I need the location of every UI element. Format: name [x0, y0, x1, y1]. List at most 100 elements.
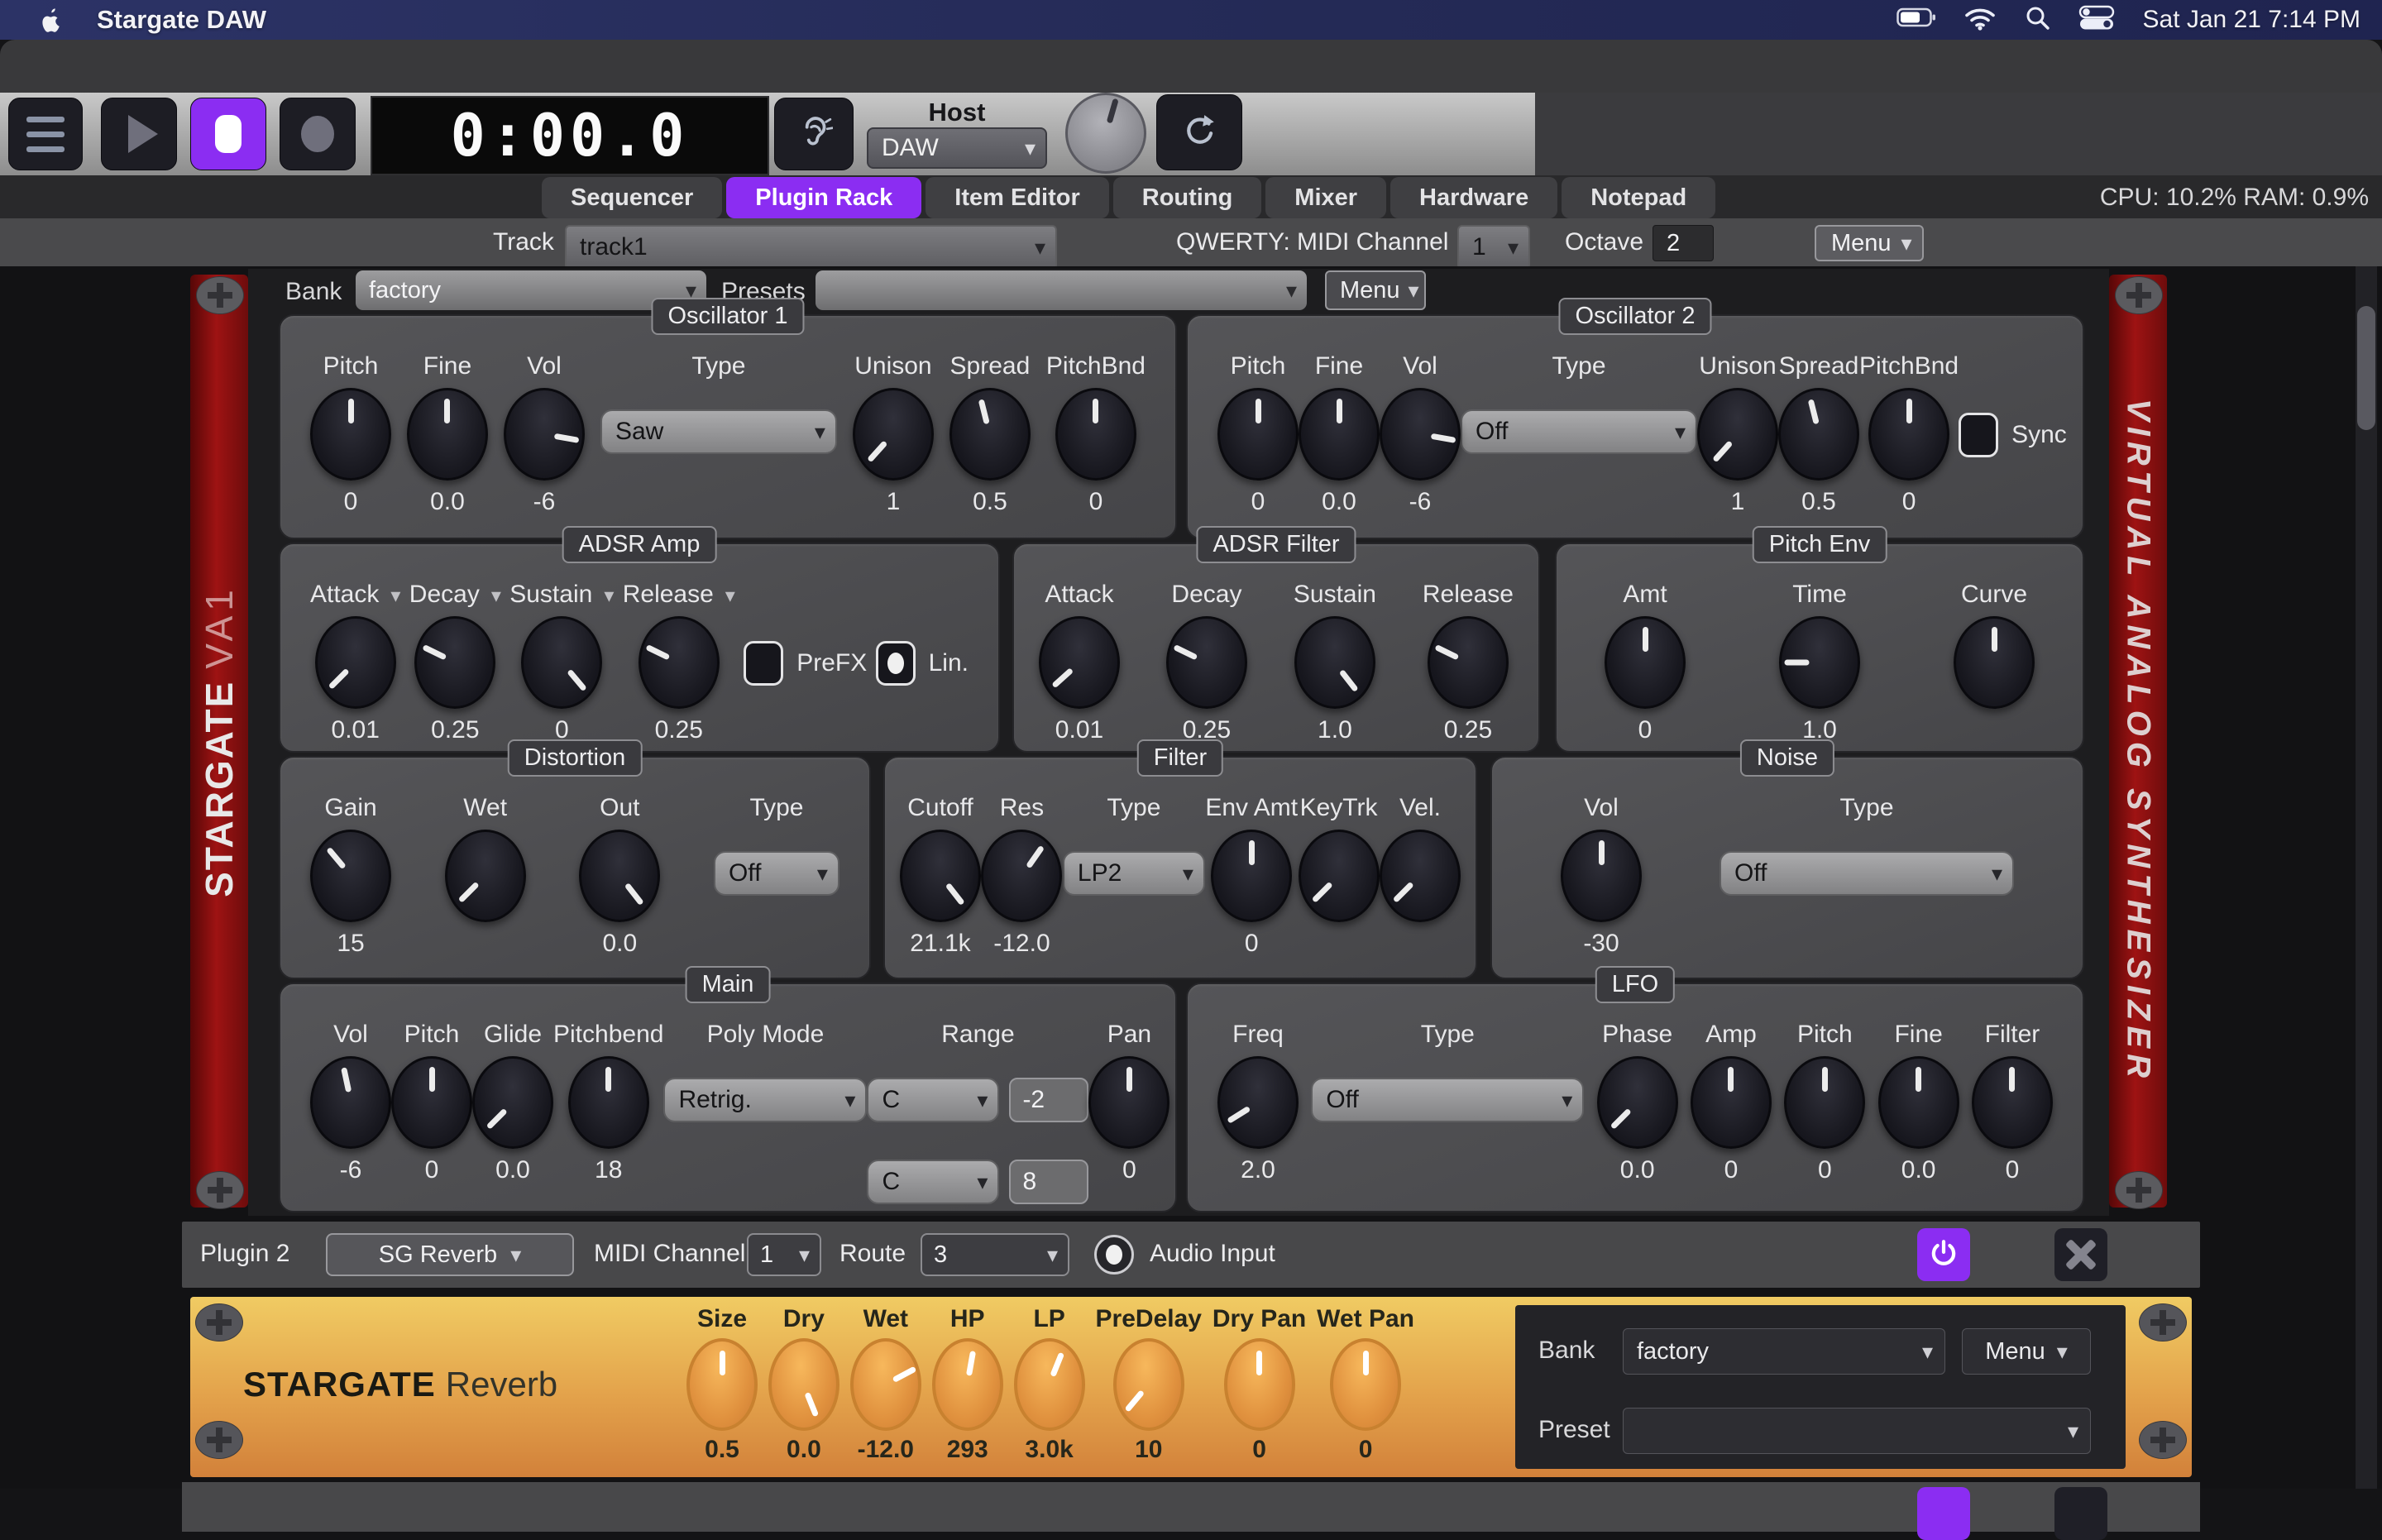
knob-time[interactable]: [1779, 616, 1860, 709]
knob-freq[interactable]: [1217, 1056, 1299, 1149]
checkbox-sync[interactable]: [1959, 413, 1998, 457]
reverb-bank-dropdown[interactable]: factory: [1623, 1328, 1945, 1375]
knob-curve[interactable]: [1954, 616, 2035, 709]
knob-amp[interactable]: [1691, 1056, 1772, 1149]
va1-presets-dropdown[interactable]: [816, 270, 1307, 310]
knob-wet-pan[interactable]: [1330, 1338, 1401, 1431]
knob-gain[interactable]: [310, 830, 391, 922]
knob-pitch[interactable]: [391, 1056, 472, 1149]
knob-glide[interactable]: [472, 1056, 553, 1149]
knob-attack[interactable]: [1039, 616, 1120, 709]
reverb-menu-dropdown[interactable]: Menu: [1962, 1328, 2091, 1375]
checkbox-prefx[interactable]: [744, 641, 783, 686]
dropdown-poly-mode[interactable]: Retrig.: [663, 1078, 867, 1122]
knob-release[interactable]: [639, 616, 720, 709]
tab-plugin-rack[interactable]: Plugin Rack: [726, 177, 921, 218]
add-icon[interactable]: [2115, 1171, 2163, 1209]
knob-hp[interactable]: [932, 1338, 1003, 1431]
range-octave-box[interactable]: -2: [1009, 1078, 1088, 1122]
knob-pitchbend[interactable]: [568, 1056, 649, 1149]
tab-routing[interactable]: Routing: [1113, 177, 1262, 218]
knob-decay[interactable]: [1166, 616, 1247, 709]
plugin-2-power-button[interactable]: [1917, 1228, 1970, 1281]
knob-dry-pan[interactable]: [1224, 1338, 1295, 1431]
control-center-icon[interactable]: [2078, 5, 2115, 35]
dropdown-type[interactable]: Saw: [600, 409, 837, 454]
dropdown-type[interactable]: Off: [1720, 851, 2014, 896]
rack-scrollbar-thumb[interactable]: [2357, 306, 2375, 430]
knob-unison[interactable]: [853, 388, 934, 481]
plugin-3-remove-button[interactable]: [2054, 1487, 2107, 1540]
plugin-3-power-button[interactable]: [1917, 1487, 1970, 1540]
knob-sustain[interactable]: [1294, 616, 1375, 709]
apple-menu-icon[interactable]: [40, 7, 62, 33]
va1-menu-dropdown[interactable]: Menu: [1325, 270, 1426, 310]
range-octave-box[interactable]: 8: [1009, 1160, 1088, 1204]
record-button[interactable]: [280, 98, 356, 170]
knob-pitch[interactable]: [1217, 388, 1299, 481]
octave-spinbox[interactable]: 2: [1653, 225, 1714, 261]
host-dropdown[interactable]: DAW: [867, 127, 1047, 169]
knob-vol[interactable]: [504, 388, 585, 481]
knob-lp[interactable]: [1014, 1338, 1085, 1431]
knob-spread[interactable]: [1778, 388, 1859, 481]
tab-item-editor[interactable]: Item Editor: [926, 177, 1108, 218]
range-note-dropdown[interactable]: C: [867, 1078, 999, 1122]
dropdown-type[interactable]: Off: [1461, 409, 1697, 454]
knob-spread[interactable]: [949, 388, 1031, 481]
transport-volume-knob[interactable]: [1065, 93, 1146, 174]
radio-lin[interactable]: [876, 641, 916, 686]
dropdown-type[interactable]: LP2: [1063, 851, 1205, 896]
knob-sustain[interactable]: [521, 616, 602, 709]
add-icon[interactable]: [2115, 276, 2163, 314]
plugin-2-plugin-dropdown[interactable]: SG Reverb: [326, 1233, 574, 1276]
knob-vel[interactable]: [1380, 830, 1461, 922]
rack-scrollbar[interactable]: [2356, 266, 2377, 1489]
plugin-2-midi-channel-dropdown[interactable]: 1: [747, 1233, 821, 1276]
spotlight-search-icon[interactable]: [2025, 5, 2050, 35]
stop-button[interactable]: [190, 98, 266, 170]
knob-decay[interactable]: [414, 616, 495, 709]
knob-res[interactable]: [981, 830, 1062, 922]
battery-icon[interactable]: [1897, 6, 1935, 34]
dropdown-type[interactable]: Off: [714, 851, 839, 896]
knob-cutoff[interactable]: [900, 830, 981, 922]
play-button[interactable]: [101, 98, 177, 170]
knob-pitch[interactable]: [310, 388, 391, 481]
knob-vol[interactable]: [310, 1056, 391, 1149]
add-icon[interactable]: [195, 1421, 243, 1459]
knob-pitchbnd[interactable]: [1868, 388, 1949, 481]
track-menu-dropdown[interactable]: Menu: [1815, 225, 1924, 261]
knob-phase[interactable]: [1597, 1056, 1678, 1149]
knob-attack[interactable]: [315, 616, 396, 709]
midi-channel-dropdown[interactable]: 1: [1457, 225, 1530, 270]
add-icon[interactable]: [2139, 1303, 2187, 1342]
range-note-dropdown[interactable]: C: [867, 1160, 999, 1204]
plugin-2-remove-button[interactable]: [2054, 1228, 2107, 1281]
add-icon[interactable]: [2139, 1421, 2187, 1459]
add-icon[interactable]: [196, 276, 244, 314]
knob-pitchbnd[interactable]: [1055, 388, 1136, 481]
knob-dry[interactable]: [768, 1338, 839, 1431]
knob-env-amt[interactable]: [1211, 830, 1292, 922]
reverb-preset-dropdown[interactable]: [1623, 1408, 2091, 1454]
tab-hardware[interactable]: Hardware: [1390, 177, 1557, 218]
knob-amt[interactable]: [1605, 616, 1686, 709]
audio-input-radio[interactable]: [1094, 1235, 1134, 1275]
add-icon[interactable]: [195, 1303, 243, 1342]
tab-notepad[interactable]: Notepad: [1562, 177, 1715, 218]
knob-vol[interactable]: [1561, 830, 1642, 922]
knob-filter[interactable]: [1972, 1056, 2053, 1149]
add-icon[interactable]: [196, 1171, 244, 1209]
knob-wet[interactable]: [850, 1338, 921, 1431]
knob-pan[interactable]: [1088, 1056, 1169, 1149]
wifi-icon[interactable]: [1963, 5, 1997, 35]
knob-size[interactable]: [686, 1338, 758, 1431]
knob-release[interactable]: [1428, 616, 1509, 709]
knob-fine[interactable]: [407, 388, 488, 481]
knob-fine[interactable]: [1299, 388, 1380, 481]
plugin-2-route-dropdown[interactable]: 3: [921, 1233, 1069, 1276]
knob-fine[interactable]: [1878, 1056, 1959, 1149]
knob-out[interactable]: [579, 830, 660, 922]
knob-wet[interactable]: [445, 830, 526, 922]
